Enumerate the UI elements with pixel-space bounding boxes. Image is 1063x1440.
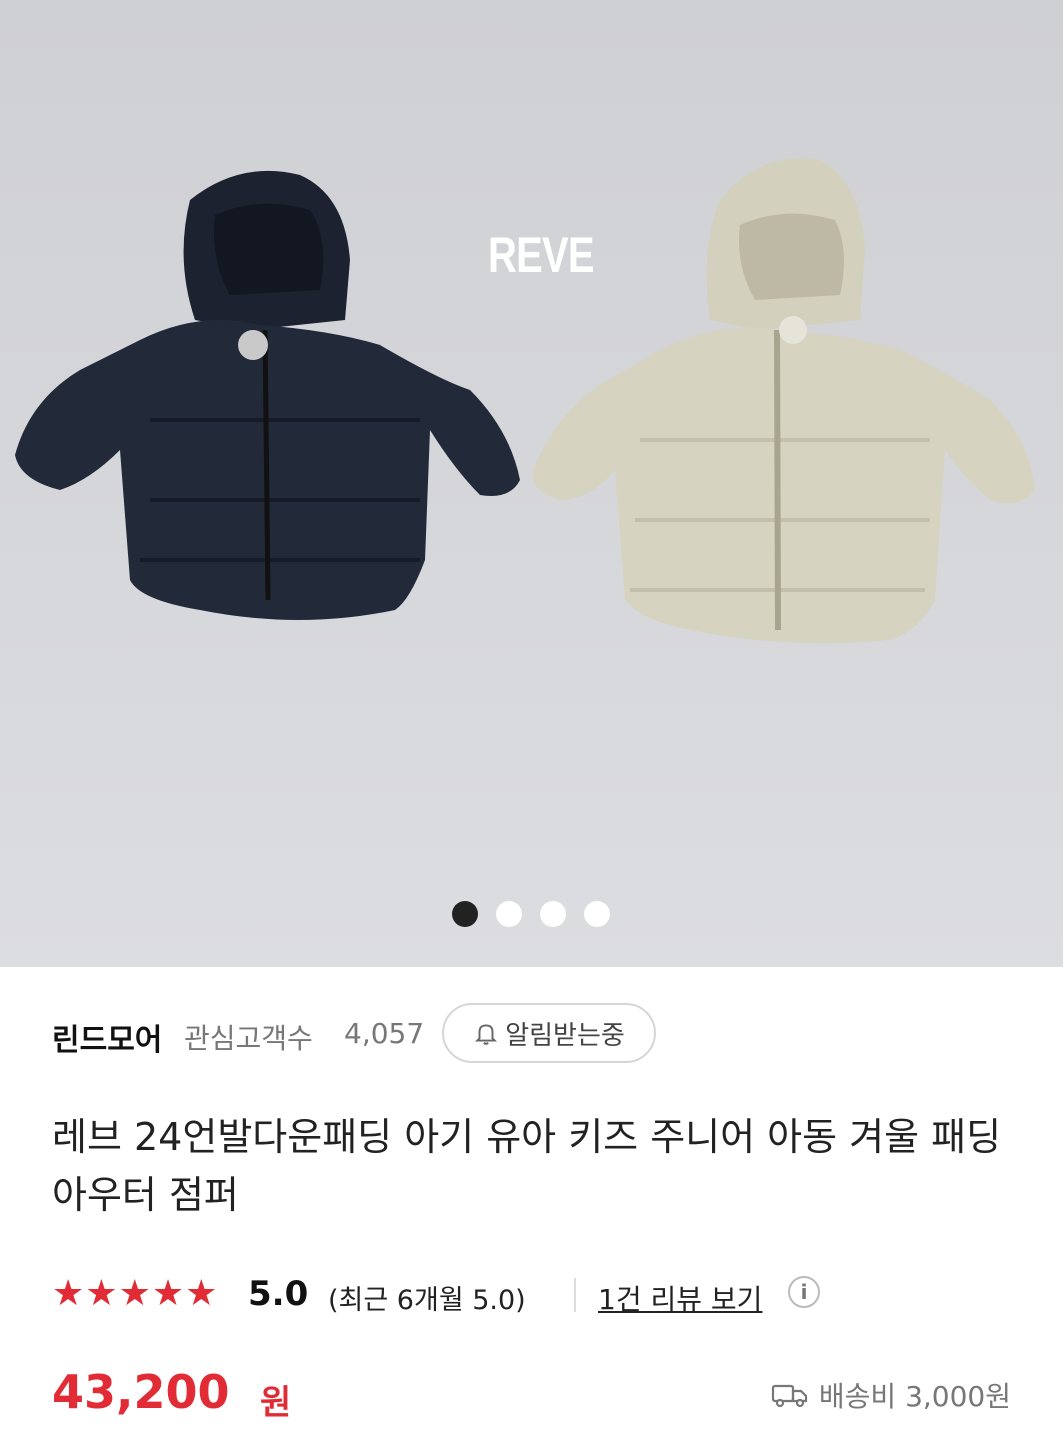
carousel-dot-4[interactable] [584,901,610,927]
beige-jacket-image [532,158,1035,644]
star-rating: ★ ★ ★ ★ ★ [52,1274,217,1314]
product-photo [15,158,1035,644]
review-link[interactable]: 1건 리뷰 보기 [598,1278,762,1318]
product-price: 43,200 [52,1365,230,1419]
followers-count: 4,057 [344,1017,425,1050]
star-icon: ★ [185,1273,218,1314]
carousel-dot-1[interactable] [452,901,478,927]
shipping-fee: 배송비 3,000원 [818,1380,1011,1413]
alert-button-label: 알림받는중 [505,1020,625,1051]
carousel-dot-3[interactable] [540,901,566,927]
rating-score: 5.0 [248,1274,309,1314]
bell-icon [475,1024,498,1045]
product-title: 레브 24언발다운패딩 아기 유아 키즈 주니어 아동 겨울 패딩 아우터 점퍼 [52,1115,1002,1217]
info-icon[interactable]: i [788,1276,820,1308]
price-row: 43,200 원 배송비 3,000원 [52,1365,1011,1425]
recent-rating: (최근 6개월 5.0) [328,1285,526,1316]
star-icon: ★ [151,1273,185,1314]
carousel-dot-2[interactable] [496,901,522,927]
shipping-info: 배송비 3,000원 [771,1375,1011,1415]
truck-icon [771,1384,807,1408]
store-name[interactable]: 린드모어 [52,1015,162,1059]
star-icon: ★ [118,1273,151,1314]
rating-row: ★ ★ ★ ★ ★ 5.0 (최근 6개월 5.0) 1건 리뷰 보기 i [52,1272,1011,1318]
star-icon: ★ [52,1273,85,1314]
product-image-carousel[interactable]: REVE [0,0,1063,967]
navy-jacket-image [15,170,520,620]
alert-subscribe-button[interactable]: 알림받는중 [442,1003,656,1063]
followers-label: 관심고객수 [184,1022,313,1055]
divider [574,1278,576,1312]
star-icon: ★ [85,1273,118,1314]
store-row: 린드모어 관심고객수 4,057 알림받는중 [52,1003,1011,1063]
carousel-indicator [452,901,610,927]
brand-watermark: REVE [488,227,595,283]
price-currency: 원 [260,1383,292,1423]
